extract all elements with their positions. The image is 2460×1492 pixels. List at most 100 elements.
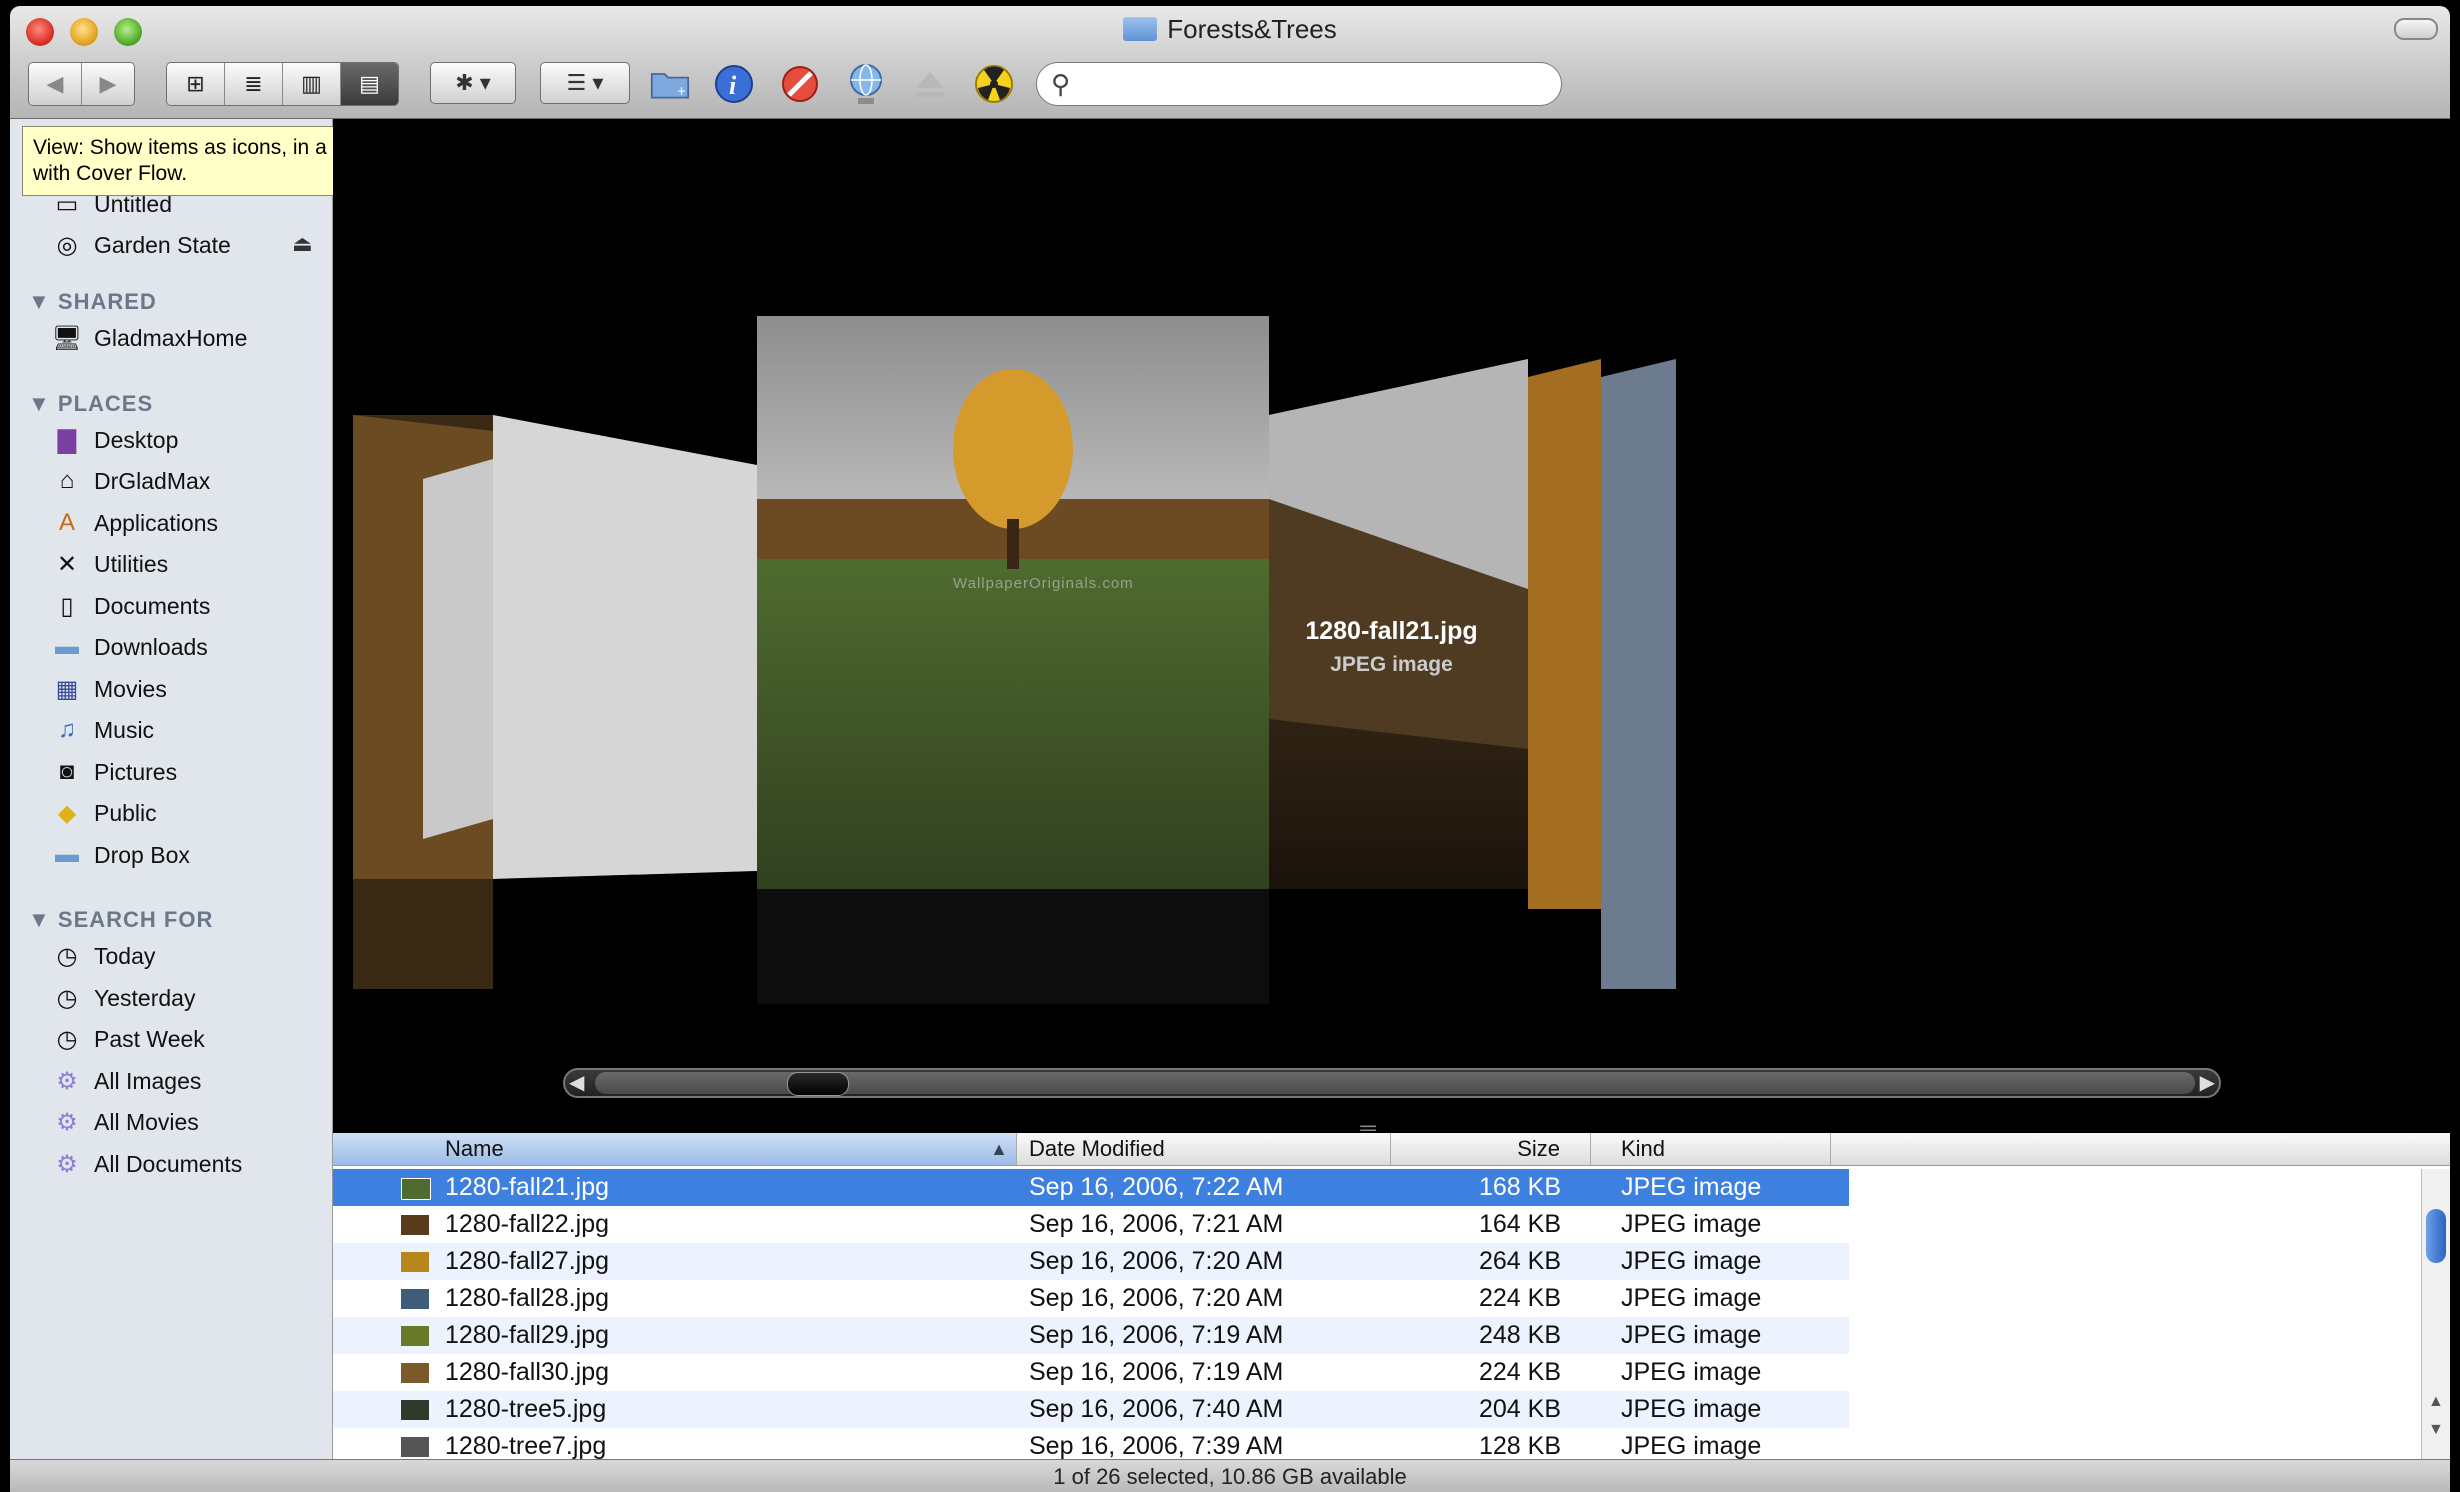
sidebar-item-all-images[interactable]: ⚙ All Images — [52, 1062, 201, 1100]
back-button[interactable]: ◀ — [29, 63, 82, 105]
file-thumbnail-icon — [401, 1363, 429, 1383]
sidebar-item-downloads[interactable]: ▬ Downloads — [52, 628, 208, 666]
sidebar-item-past-week[interactable]: ◷ Past Week — [52, 1020, 205, 1058]
sidebar-item-today[interactable]: ◷ Today — [52, 937, 156, 975]
icon-view-button[interactable]: ⊞ — [167, 63, 225, 105]
file-thumbnail-icon — [401, 1400, 429, 1420]
cover-flow: 1280-fall21.jpg JPEG image WallpaperOrig… — [333, 119, 2450, 1131]
column-kind[interactable]: Kind — [1591, 1133, 1831, 1165]
svg-text:i: i — [729, 71, 737, 100]
arrange-menu-button[interactable]: ☰ ▾ — [540, 62, 630, 104]
table-row[interactable]: 1280-fall29.jpg Sep 16, 2006, 7:19 AM 24… — [333, 1317, 1849, 1354]
desktop-icon: ▇ — [57, 426, 77, 454]
table-row[interactable]: 1280-fall28.jpg Sep 16, 2006, 7:20 AM 22… — [333, 1280, 1849, 1317]
folder-icon: ▬ — [55, 633, 79, 660]
scroll-right-icon[interactable]: ▶ — [2200, 1070, 2215, 1096]
table-row[interactable]: 1280-fall22.jpg Sep 16, 2006, 7:21 AM 16… — [333, 1206, 1849, 1243]
file-thumbnail-icon — [401, 1215, 429, 1235]
scroll-down-icon[interactable]: ▼ — [2428, 1421, 2444, 1439]
view-control: ⊞ ≣ ▥ ▤ — [166, 62, 399, 106]
sidebar-item-applications[interactable]: A Applications — [52, 504, 218, 542]
clock-icon: ◷ — [56, 1025, 78, 1053]
forward-button[interactable]: ▶ — [82, 63, 134, 105]
table-row[interactable]: 1280-fall21.jpg Sep 16, 2006, 7:22 AM 16… — [333, 1169, 1849, 1206]
cover-flow-scrollbar[interactable]: ◀ ▶ — [563, 1068, 2221, 1098]
sidebar-item-drop-box[interactable]: ▬ Drop Box — [52, 836, 190, 874]
toolbar-toggle-button[interactable] — [2394, 18, 2438, 40]
disc-icon: ◎ — [56, 231, 78, 259]
resize-grip-icon[interactable]: ═ — [1353, 1115, 1383, 1131]
cover-left-far[interactable] — [353, 415, 493, 989]
status-bar: 1 of 26 selected, 10.86 GB available — [10, 1459, 2450, 1492]
burn-icon[interactable] — [974, 64, 1014, 104]
selected-item-name: 1280-fall21.jpg — [1305, 617, 1478, 645]
window-title: Forests&Trees — [10, 14, 2450, 45]
clock-icon: ◷ — [56, 984, 78, 1012]
eject-icon[interactable]: ⏏ — [292, 231, 313, 257]
file-thumbnail-icon — [401, 1437, 429, 1457]
sidebar-item-movies[interactable]: ▦ Movies — [52, 670, 167, 708]
selected-item-kind: JPEG image — [1330, 653, 1453, 676]
search-input[interactable] — [1087, 69, 1551, 101]
sort-ascending-icon: ▲ — [990, 1139, 1008, 1159]
movies-icon: ▦ — [55, 675, 79, 703]
sidebar-item-garden-state[interactable]: ◎ Garden State — [52, 226, 231, 264]
search-for-header[interactable]: ▼ SEARCH FOR — [28, 907, 213, 933]
sidebar-item-yesterday[interactable]: ◷ Yesterday — [52, 979, 196, 1017]
delete-icon[interactable] — [780, 64, 820, 104]
eject-icon[interactable] — [910, 64, 950, 104]
file-thumbnail-icon — [401, 1289, 429, 1309]
sidebar: ◉iDisk ▭Untitled ◎Garden State ⏏ ▼ SHARE… — [10, 119, 333, 1459]
sidebar-item-utilities[interactable]: ✕ Utilities — [52, 545, 168, 583]
sidebar-item-drgladmax[interactable]: ⌂ DrGladMax — [52, 462, 211, 500]
home-icon: ⌂ — [59, 467, 75, 494]
new-folder-icon[interactable]: + — [650, 64, 690, 104]
column-header: Name ▲ Date Modified Size Kind — [333, 1133, 2450, 1166]
public-icon: ◆ — [57, 799, 77, 827]
list-vertical-scrollbar[interactable]: ▲ ▼ — [2421, 1169, 2450, 1459]
sidebar-item-public[interactable]: ◆ Public — [52, 794, 157, 832]
file-thumbnail-icon — [401, 1326, 429, 1346]
column-view-button[interactable]: ▥ — [283, 63, 341, 105]
utilities-icon: ✕ — [56, 550, 78, 578]
smart-folder-icon: ⚙ — [56, 1108, 78, 1136]
column-date-modified[interactable]: Date Modified — [1017, 1133, 1391, 1165]
action-menu-button[interactable]: ✱ ▾ — [430, 62, 516, 104]
clock-icon: ◷ — [56, 942, 78, 970]
file-thumbnail-icon — [401, 1252, 429, 1272]
svg-text:+: + — [677, 84, 686, 100]
sidebar-item-gladmaxhome[interactable]: 🖥 GladmaxHome — [51, 319, 248, 357]
cover-left-near[interactable] — [493, 415, 757, 1119]
table-row[interactable]: 1280-tree5.jpg Sep 16, 2006, 7:40 AM 204… — [333, 1391, 1849, 1428]
sidebar-item-documents[interactable]: ▯ Documents — [52, 587, 210, 625]
list-view-button[interactable]: ≣ — [225, 63, 283, 105]
computer-icon: 🖥 — [51, 324, 83, 352]
column-size[interactable]: Size — [1391, 1133, 1591, 1165]
sidebar-item-all-movies[interactable]: ⚙ All Movies — [52, 1103, 199, 1141]
scroll-thumb[interactable] — [787, 1072, 849, 1096]
sidebar-item-music[interactable]: ♫ Music — [52, 711, 154, 749]
sidebar-item-all-documents[interactable]: ⚙ All Documents — [52, 1145, 242, 1183]
smart-folder-icon: ⚙ — [56, 1150, 78, 1178]
list-scroll-thumb[interactable] — [2426, 1209, 2446, 1263]
file-list: Name ▲ Date Modified Size Kind 1280-fall2… — [333, 1133, 2450, 1459]
places-header[interactable]: ▼ PLACES — [28, 391, 153, 417]
documents-icon: ▯ — [60, 592, 74, 620]
search-field[interactable]: ⚲ — [1036, 62, 1562, 106]
table-row[interactable]: 1280-tree7.jpg Sep 16, 2006, 7:39 AM 128… — [333, 1428, 1849, 1459]
shared-header[interactable]: ▼ SHARED — [28, 289, 157, 315]
sidebar-item-desktop[interactable]: ▇ Desktop — [52, 421, 179, 459]
smart-folder-icon: ⚙ — [56, 1067, 78, 1095]
file-thumbnail-icon — [401, 1178, 431, 1200]
cover-right-near[interactable] — [1269, 359, 1528, 1099]
table-row[interactable]: 1280-fall30.jpg Sep 16, 2006, 7:19 AM 22… — [333, 1354, 1849, 1391]
column-name[interactable]: Name ▲ — [333, 1133, 1017, 1165]
sidebar-item-pictures[interactable]: ◙ Pictures — [52, 753, 177, 791]
back-forward-control: ◀ ▶ — [28, 62, 135, 106]
scroll-left-icon[interactable]: ◀ — [569, 1070, 584, 1096]
table-row[interactable]: 1280-fall27.jpg Sep 16, 2006, 7:20 AM 26… — [333, 1243, 1849, 1280]
scroll-up-icon[interactable]: ▲ — [2428, 1393, 2444, 1411]
network-globe-icon[interactable] — [846, 64, 886, 104]
coverflow-view-button[interactable]: ▤ — [341, 63, 398, 105]
info-icon[interactable]: i — [714, 64, 754, 104]
